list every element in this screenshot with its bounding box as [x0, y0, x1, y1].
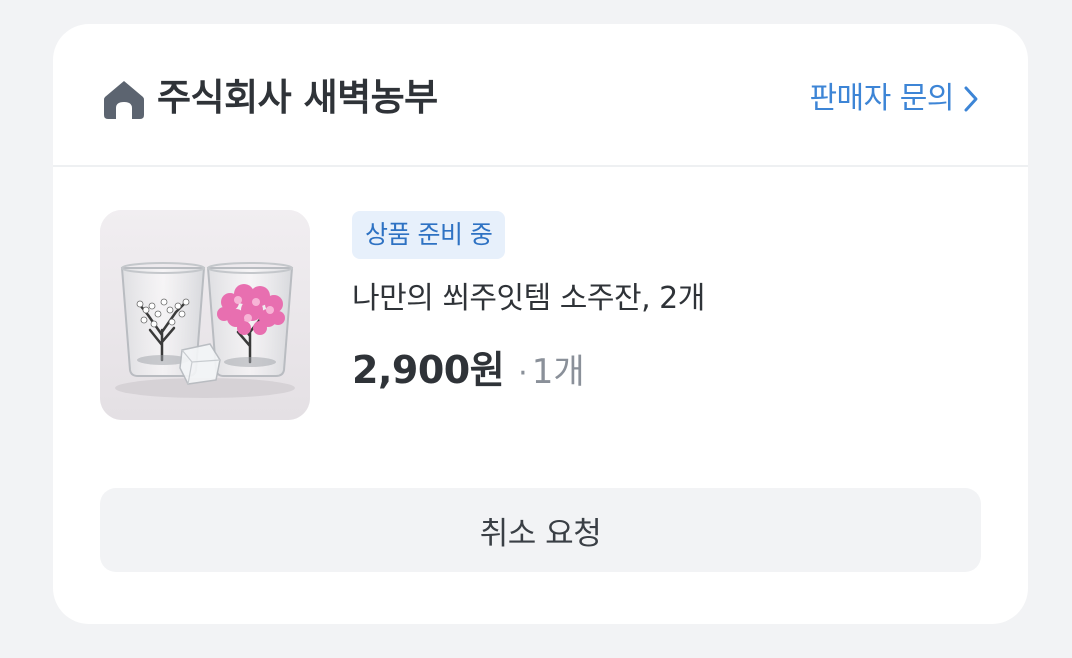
- order-card: 주식회사 새벽농부 판매자 문의 상품 준비 중 나만의 쐬주잇템 소주잔, 2…: [53, 24, 1028, 624]
- price-separator: ·: [518, 356, 528, 391]
- seller-name: 주식회사 새벽농부: [157, 76, 438, 119]
- seller-header: 주식회사 새벽농부 판매자 문의: [53, 24, 1028, 167]
- product-quantity: 1개: [531, 352, 585, 392]
- seller-inquiry-label: 판매자 문의: [809, 81, 954, 116]
- price-row: 2,900원 · 1개: [352, 344, 585, 396]
- order-status-badge: 상품 준비 중: [352, 211, 506, 259]
- product-price: 2,900원: [352, 348, 505, 392]
- cancel-request-label: 취소 요청: [479, 515, 602, 552]
- shot-glasses-image: [100, 210, 310, 420]
- chevron-right-icon: [964, 86, 978, 112]
- store-house-icon: [104, 81, 144, 119]
- product-thumbnail[interactable]: [100, 210, 310, 420]
- cancel-request-button[interactable]: 취소 요청: [100, 488, 981, 572]
- product-name[interactable]: 나만의 쐬주잇템 소주잔, 2개: [352, 278, 705, 320]
- seller-inquiry-link[interactable]: 판매자 문의: [809, 78, 980, 120]
